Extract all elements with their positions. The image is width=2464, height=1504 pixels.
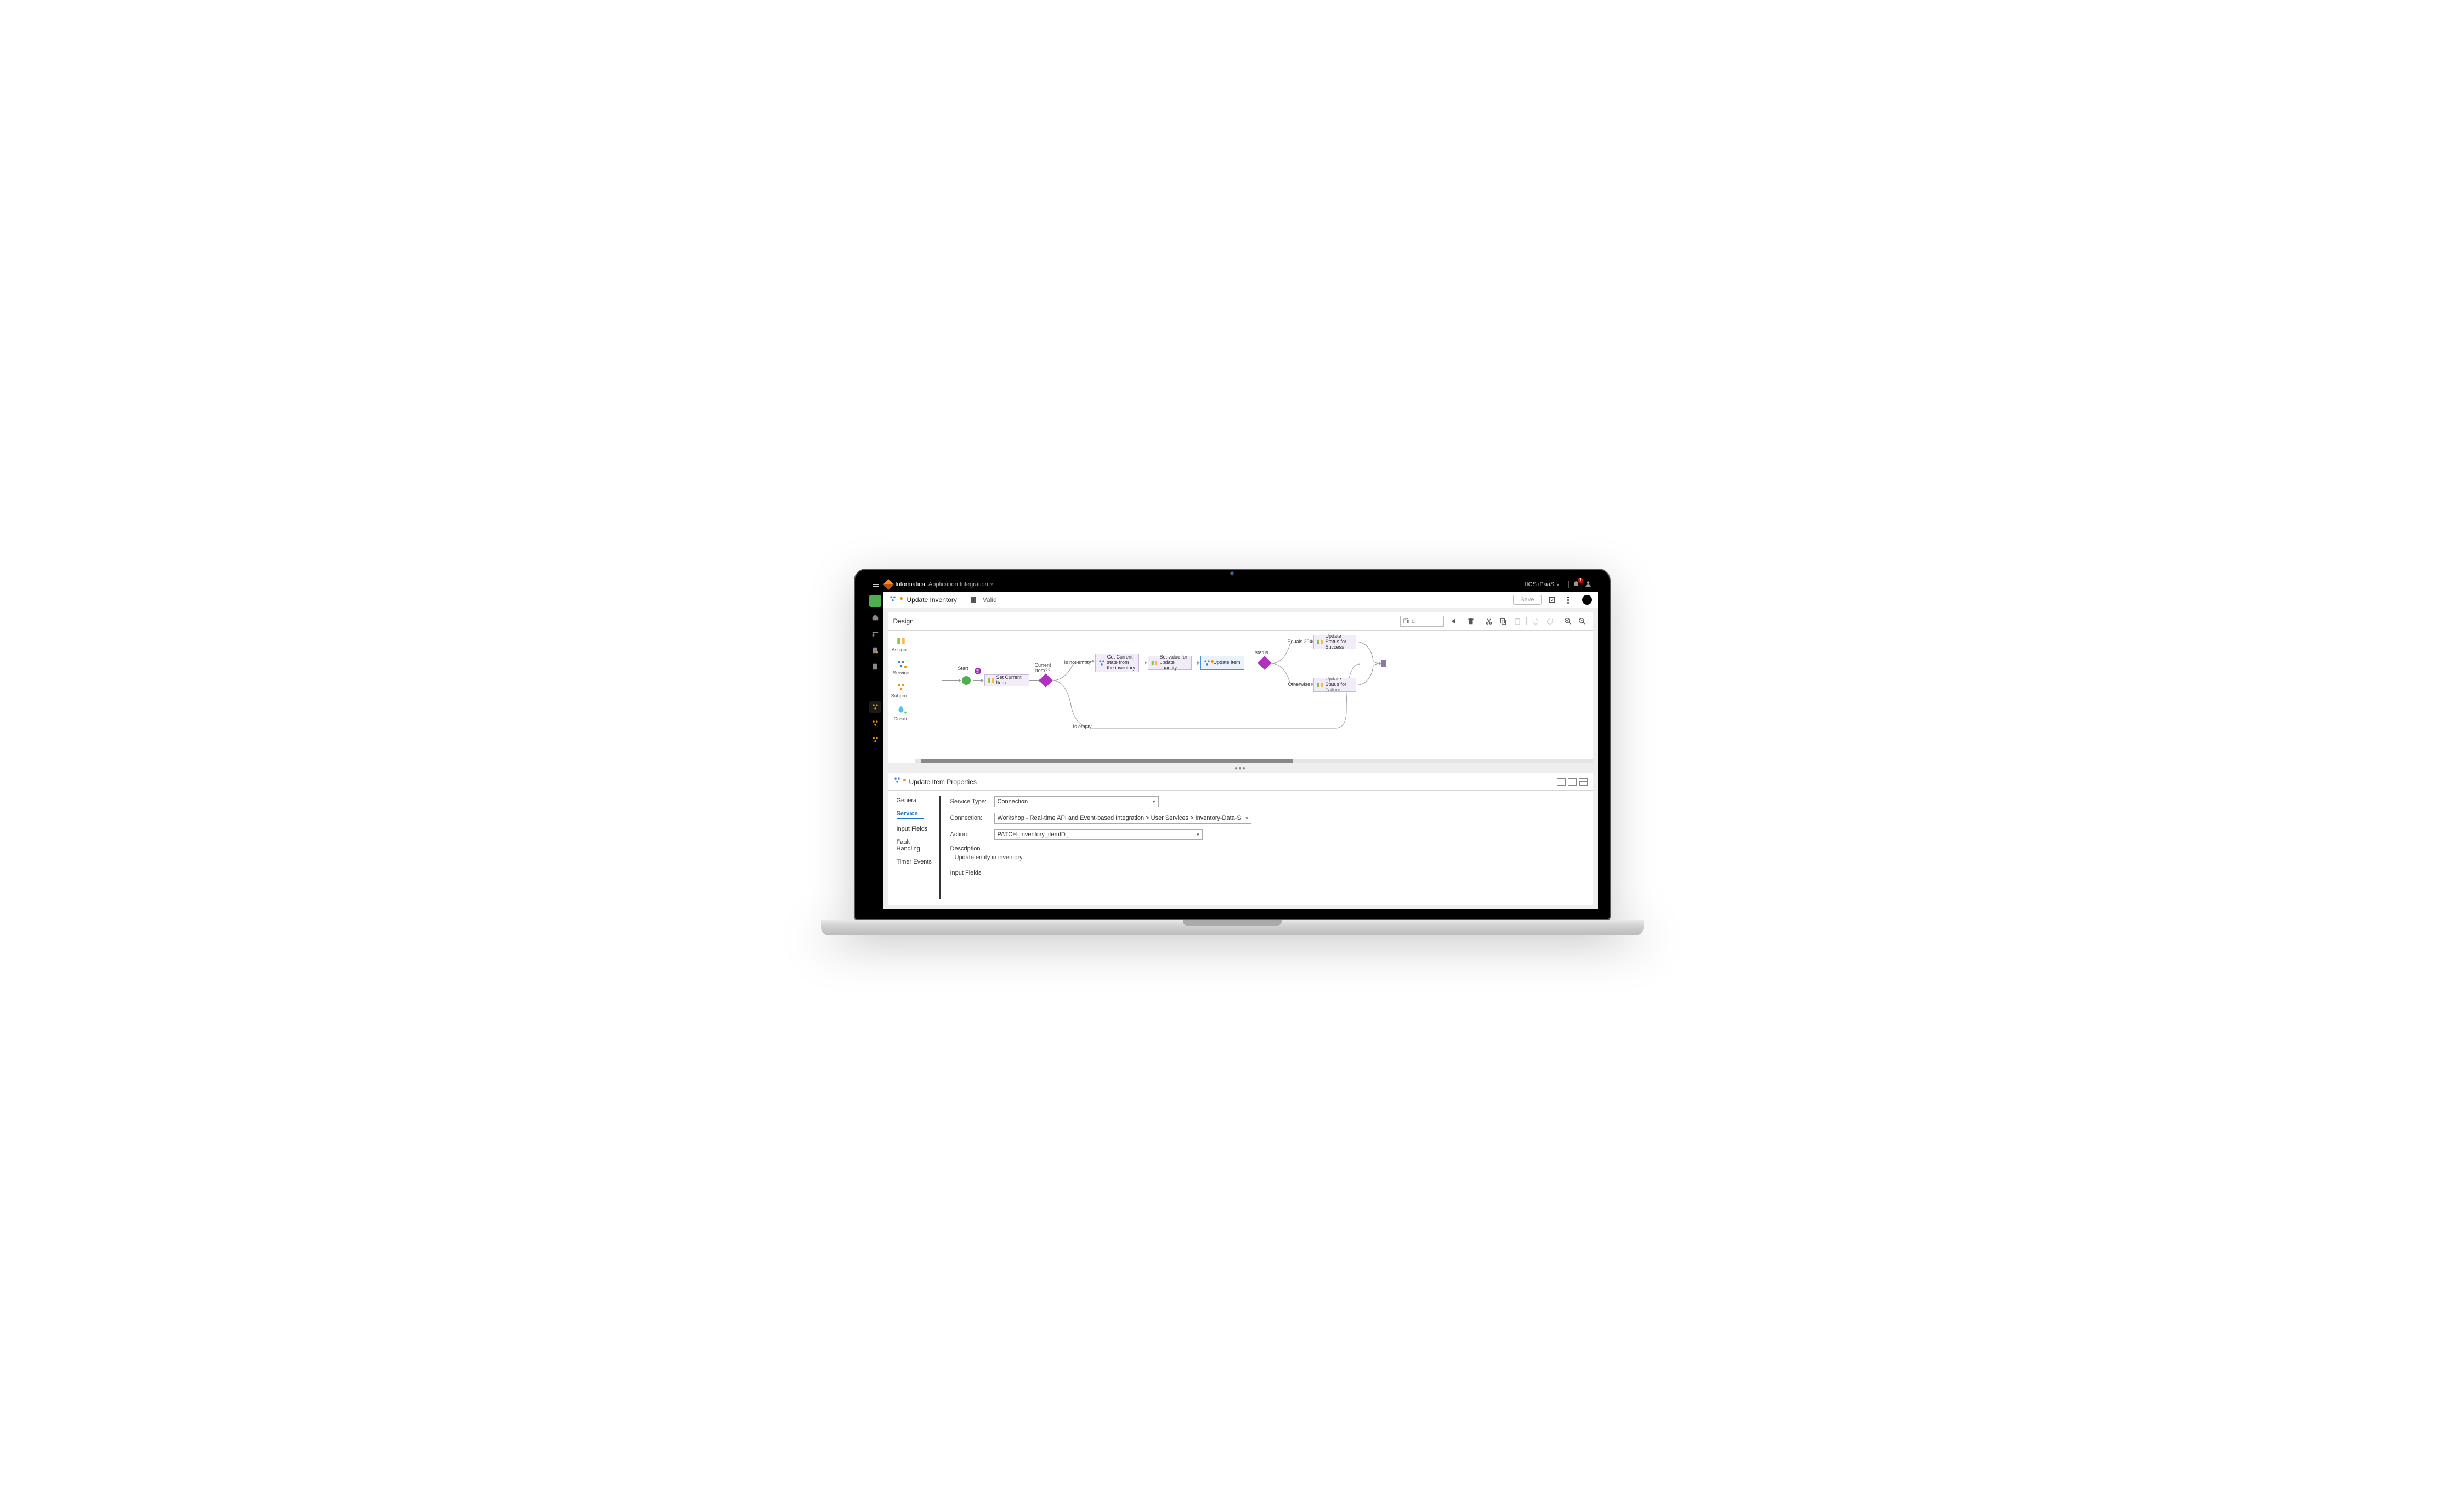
- select-action[interactable]: PATCH_inventory_itemID_: [994, 829, 1203, 840]
- more-menu-icon[interactable]: [1562, 594, 1574, 606]
- properties-form: Service Type: Connection Connection: Wor…: [950, 796, 1584, 899]
- topbar: Informatica Application Integration˅ IIC…: [867, 577, 1598, 592]
- layout-single-icon[interactable]: [1557, 778, 1566, 786]
- label-connection: Connection:: [950, 815, 989, 821]
- palette-create[interactable]: + Create: [888, 703, 915, 726]
- save-button[interactable]: Save: [1513, 595, 1541, 605]
- rail-process-active-icon[interactable]: [869, 701, 881, 713]
- modified-dot-icon: [900, 597, 903, 600]
- tab-bar: Update Inventory Valid Save: [883, 592, 1598, 608]
- validity-icon: [971, 597, 976, 603]
- process-icon: [889, 595, 897, 605]
- value-description: Update entity in inventory: [955, 854, 1584, 861]
- rail-explore-icon[interactable]: [869, 628, 881, 640]
- notification-badge: 1: [1578, 578, 1583, 583]
- palette: Assign... ● Service Subpro...: [888, 631, 915, 763]
- tab-general[interactable]: General: [897, 797, 939, 804]
- end-node[interactable]: [1381, 660, 1386, 667]
- camera-icon: [1230, 571, 1234, 576]
- laptop-frame: Informatica Application Integration˅ IIC…: [854, 569, 1611, 935]
- copy-icon[interactable]: [1498, 616, 1509, 627]
- delete-icon[interactable]: [1465, 616, 1476, 627]
- design-header: Design: [888, 612, 1593, 631]
- start-label: Start: [958, 666, 968, 671]
- node-update-item[interactable]: Update Item: [1200, 656, 1244, 670]
- branch-is-empty: Is empty: [1073, 724, 1092, 729]
- label-description: Description: [950, 845, 1584, 852]
- select-service-type[interactable]: Connection: [994, 796, 1159, 807]
- gateway-current-item[interactable]: [1039, 673, 1052, 687]
- status-indicator-icon: [1582, 595, 1592, 605]
- panel-splitter-icon[interactable]: ●●●: [888, 767, 1593, 770]
- rail-process-icon-2[interactable]: [869, 734, 881, 746]
- main-area: Update Inventory Valid Save: [883, 592, 1598, 909]
- modified-dot-icon: [903, 779, 906, 781]
- properties-title: Update Item Properties: [909, 778, 977, 786]
- branch-equals-204: Equals 204: [1288, 639, 1312, 644]
- branch-otherwise: Otherwise: [1288, 682, 1311, 687]
- zoom-in-icon[interactable]: [1562, 616, 1573, 627]
- user-icon[interactable]: [1584, 580, 1592, 589]
- palette-assignment[interactable]: Assign...: [888, 634, 915, 657]
- left-rail: +: [867, 592, 883, 909]
- tab-timer-events[interactable]: Timer Events: [897, 859, 939, 865]
- validate-button[interactable]: [1546, 594, 1558, 606]
- start-node[interactable]: [962, 676, 971, 685]
- hamburger-icon[interactable]: [873, 583, 879, 587]
- new-button[interactable]: +: [869, 595, 881, 607]
- canvas-scrollbar[interactable]: [915, 759, 1593, 763]
- layout-split-v-icon[interactable]: [1579, 778, 1588, 786]
- goto-start-icon[interactable]: [1447, 616, 1458, 627]
- node-set-current-item[interactable]: Set Current Item: [984, 674, 1029, 686]
- screen-bezel: Informatica Application Integration˅ IIC…: [854, 569, 1611, 920]
- cut-icon[interactable]: [1483, 616, 1494, 627]
- branch-not-empty: Is not empty: [1064, 660, 1091, 665]
- design-title: Design: [893, 617, 914, 625]
- node-set-value[interactable]: Set value for update quantity: [1148, 656, 1192, 670]
- properties-panel: Update Item Properties Gene: [888, 773, 1593, 905]
- node-update-success[interactable]: Update Status for Success: [1313, 635, 1356, 649]
- app-switcher[interactable]: Application Integration˅: [928, 581, 993, 588]
- gateway-status-label: status: [1255, 650, 1268, 655]
- palette-subprocess[interactable]: Subpro...: [888, 680, 915, 703]
- layout-split-h-icon[interactable]: [1568, 778, 1577, 786]
- rail-logs-icon[interactable]: [869, 661, 881, 673]
- design-panel: Design: [888, 612, 1593, 763]
- flow-canvas[interactable]: Start ◷ Set Current Item Current Item??: [915, 631, 1593, 763]
- redo-icon[interactable]: [1544, 616, 1555, 627]
- gateway-label: Current Item??: [1032, 662, 1054, 673]
- properties-tabs: General Service Input Fields Fault Handl…: [897, 796, 941, 899]
- laptop-base: [821, 920, 1644, 935]
- properties-header: Update Item Properties: [888, 773, 1593, 791]
- timer-icon: ◷: [975, 668, 981, 674]
- validity-label: Valid: [983, 596, 997, 604]
- rail-tools-icon[interactable]: [869, 677, 881, 689]
- label-action: Action:: [950, 831, 989, 838]
- label-input-fields-section: Input Fields: [950, 870, 1584, 876]
- tab-input-fields[interactable]: Input Fields: [897, 826, 939, 832]
- node-get-current-state[interactable]: Get Current state from the inventory: [1095, 654, 1139, 672]
- tab-service[interactable]: Service: [897, 810, 924, 819]
- palette-service[interactable]: ● Service: [888, 657, 915, 680]
- rail-home-icon[interactable]: [869, 611, 881, 623]
- find-input[interactable]: [1400, 616, 1444, 627]
- node-update-failure[interactable]: Update Status for Failure: [1313, 678, 1356, 692]
- tab-fault-handling[interactable]: Fault Handling: [897, 839, 939, 852]
- undo-icon[interactable]: [1530, 616, 1541, 627]
- informatica-logo-icon: [883, 579, 894, 590]
- tenant-switcher[interactable]: IICS iPaaS˅: [1525, 581, 1559, 588]
- label-service-type: Service Type:: [950, 798, 989, 805]
- rail-process-icon[interactable]: [869, 717, 881, 729]
- paste-icon[interactable]: [1512, 616, 1523, 627]
- tab-title[interactable]: Update Inventory: [907, 596, 957, 604]
- zoom-out-icon[interactable]: [1577, 616, 1588, 627]
- brand-name: Informatica: [896, 581, 925, 588]
- select-connection[interactable]: Workshop - Real-time API and Event-based…: [994, 813, 1251, 824]
- rail-assets-icon[interactable]: [869, 644, 881, 656]
- app-screen: Informatica Application Integration˅ IIC…: [867, 577, 1598, 909]
- service-step-icon: [893, 776, 901, 787]
- notifications-icon[interactable]: 1: [1572, 581, 1580, 588]
